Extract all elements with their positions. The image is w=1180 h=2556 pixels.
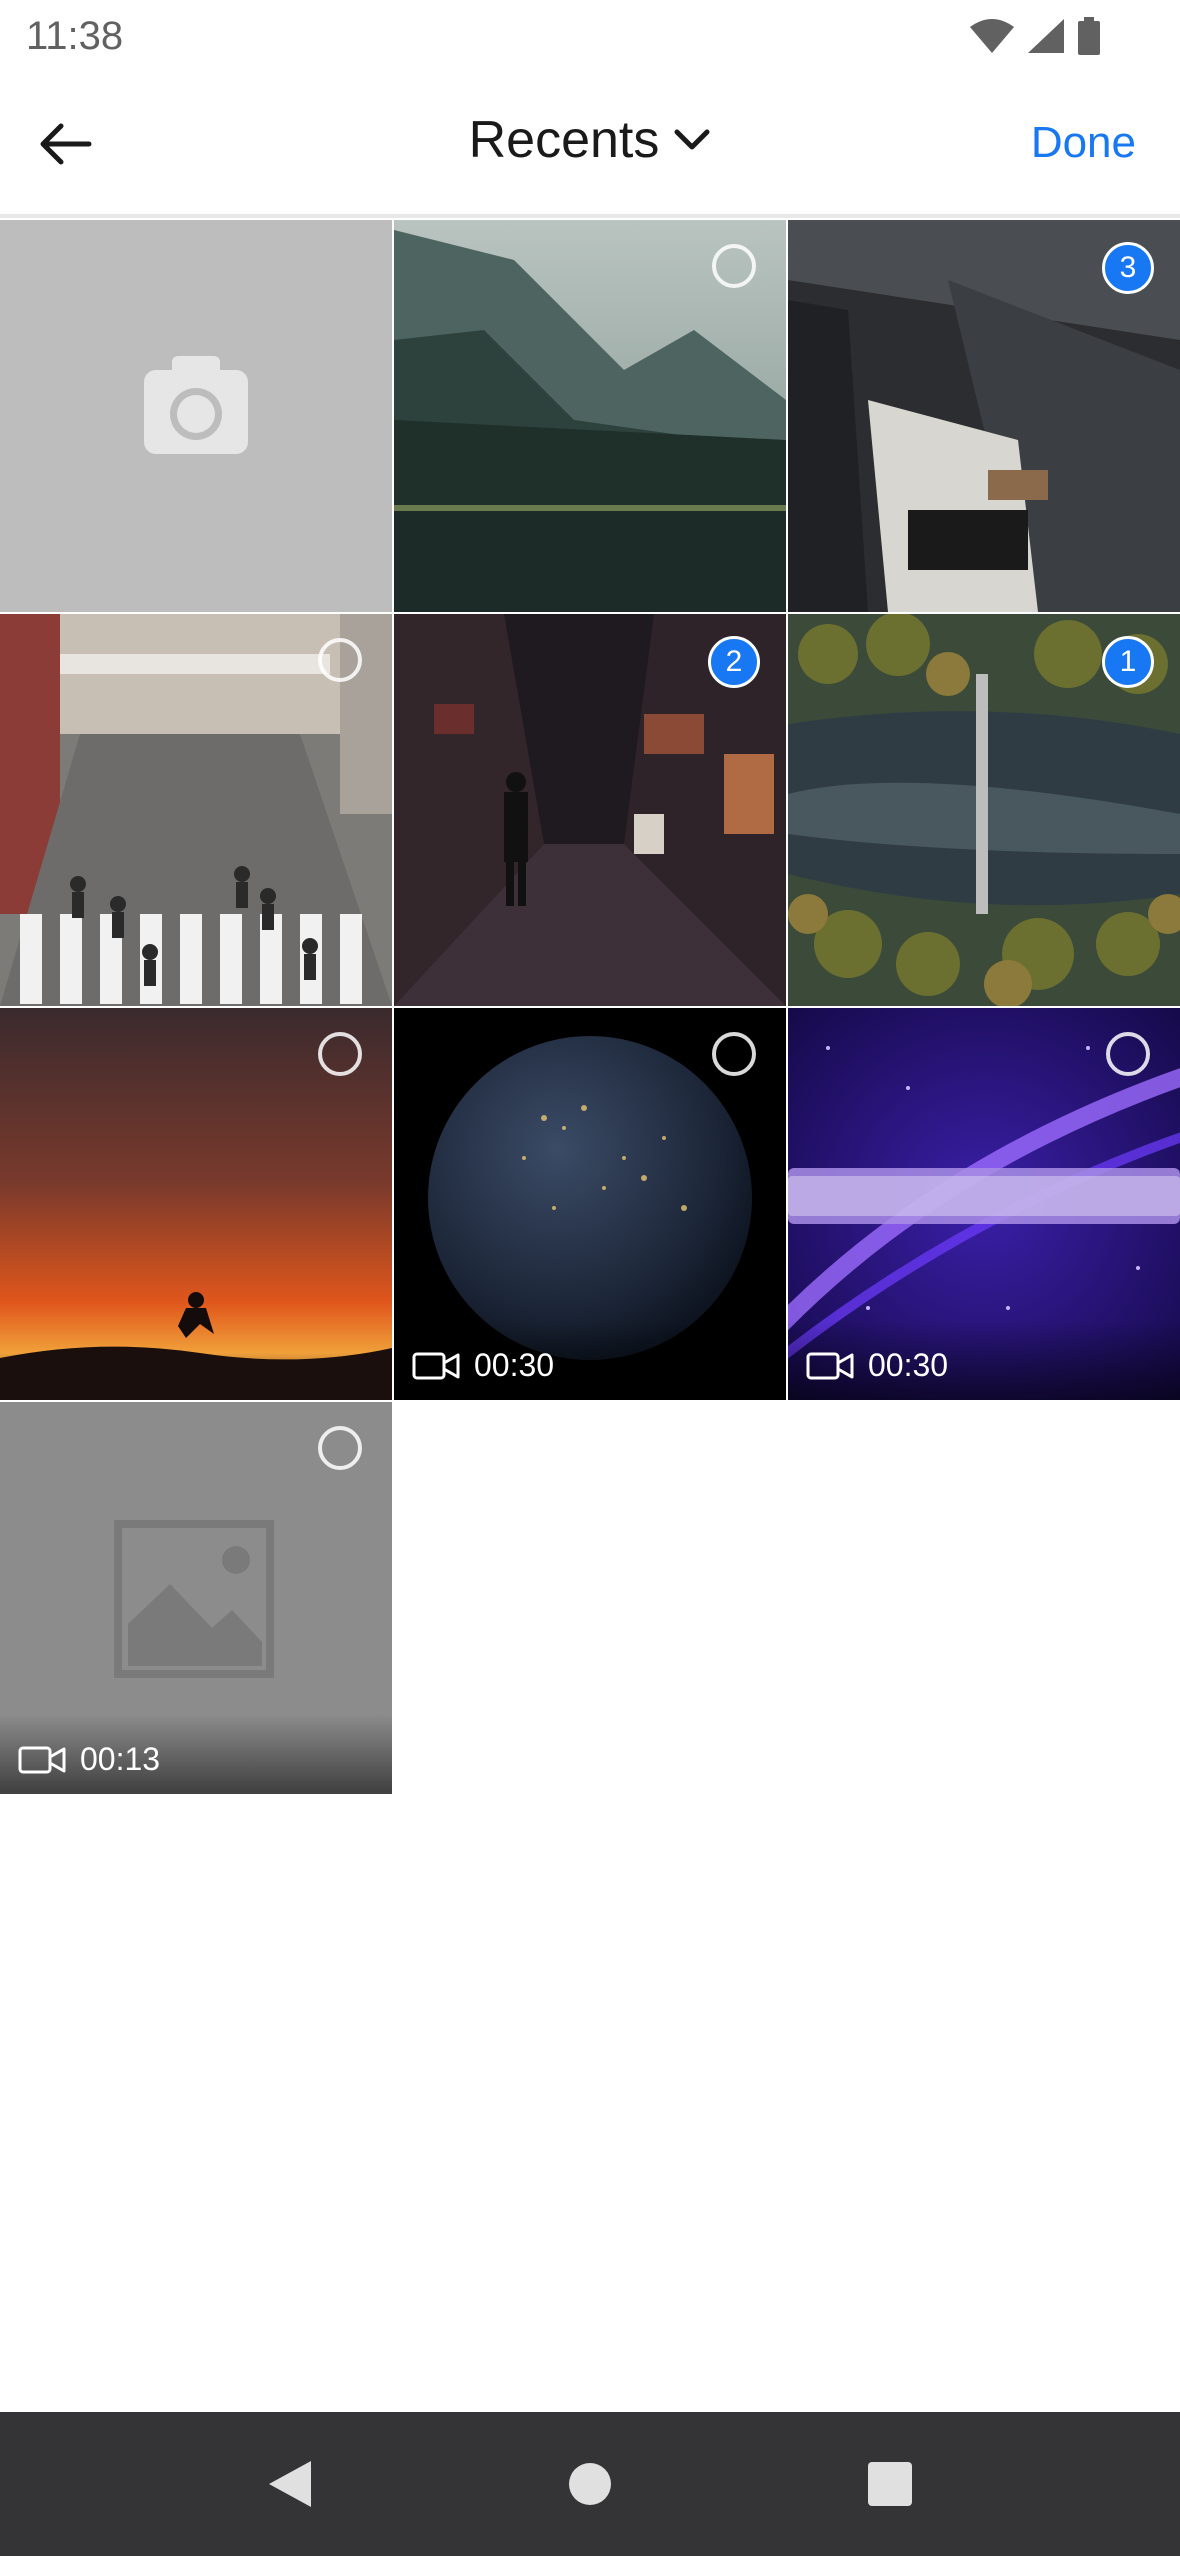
- selection-badge[interactable]: 3: [1102, 242, 1154, 294]
- video-duration: 00:13: [80, 1741, 161, 1777]
- album-selector[interactable]: Recents: [469, 110, 712, 170]
- media-tile[interactable]: [394, 220, 786, 612]
- nav-back-icon: [269, 2461, 311, 2507]
- signal-icon: [1028, 19, 1064, 53]
- media-tile[interactable]: 1: [788, 614, 1180, 1006]
- video-duration: 00:30: [868, 1347, 949, 1383]
- selection-badge[interactable]: 1: [1102, 636, 1154, 688]
- status-bar: 11:38: [0, 0, 1180, 72]
- video-info: 00:13: [18, 1741, 160, 1778]
- wifi-icon: [970, 19, 1014, 53]
- media-tile[interactable]: 2: [394, 614, 786, 1006]
- selection-circle[interactable]: [318, 1426, 362, 1470]
- video-info: 00:30: [806, 1347, 948, 1384]
- chevron-down-icon: [674, 129, 710, 150]
- media-tile[interactable]: [0, 1008, 392, 1400]
- system-nav-bar: [0, 2412, 1180, 2556]
- nav-home-icon: [569, 2463, 611, 2505]
- media-tile[interactable]: [0, 614, 392, 1006]
- header: Recents Done: [0, 72, 1180, 216]
- selection-circle[interactable]: [318, 1032, 362, 1076]
- camera-icon: [144, 356, 248, 454]
- nav-recents-button[interactable]: [850, 2444, 930, 2524]
- album-title: Recents: [468, 111, 660, 169]
- video-camera-icon: [806, 1352, 854, 1379]
- selection-badge[interactable]: 2: [708, 636, 760, 688]
- selection-circle[interactable]: [712, 1032, 756, 1076]
- video-duration: 00:30: [474, 1347, 555, 1383]
- video-camera-icon: [412, 1352, 460, 1379]
- media-tile[interactable]: 3: [788, 220, 1180, 612]
- video-info: 00:30: [412, 1347, 554, 1384]
- nav-home-button[interactable]: [550, 2444, 630, 2524]
- selection-circle[interactable]: [1106, 1032, 1150, 1076]
- camera-tile[interactable]: [0, 220, 392, 612]
- selection-circle[interactable]: [318, 638, 362, 682]
- video-tile[interactable]: 00:30: [394, 1008, 786, 1400]
- selection-circle[interactable]: [712, 244, 756, 288]
- video-tile[interactable]: 00:30: [788, 1008, 1180, 1400]
- header-divider: [0, 214, 1180, 218]
- battery-icon: [1078, 17, 1100, 55]
- status-time: 11:38: [26, 14, 124, 58]
- nav-recents-icon: [868, 2462, 912, 2506]
- nav-back-button[interactable]: [250, 2444, 330, 2524]
- video-tile[interactable]: 00:13: [0, 1402, 392, 1794]
- done-button[interactable]: Done: [1031, 118, 1136, 168]
- status-icons: [970, 16, 1100, 56]
- video-camera-icon: [18, 1746, 66, 1773]
